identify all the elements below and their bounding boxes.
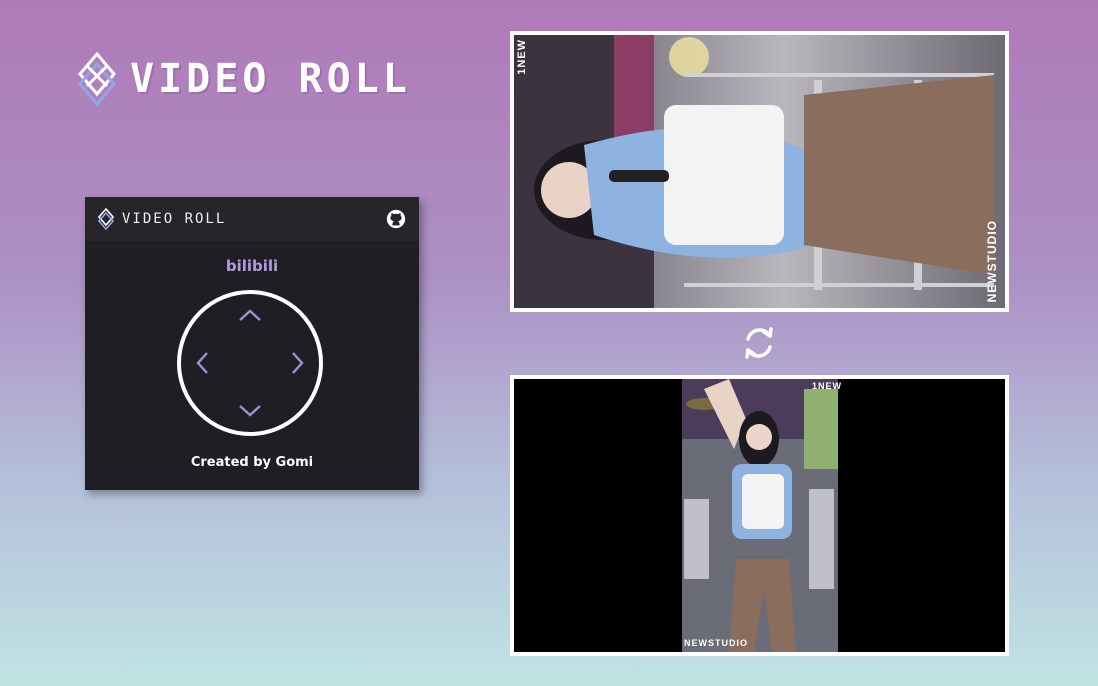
rotate-left-button[interactable] <box>187 348 217 378</box>
rotate-right-button[interactable] <box>283 348 313 378</box>
stage-background-illustration <box>514 35 994 308</box>
video-watermark: 1NEW <box>812 381 843 391</box>
popup-title: VIDEO ROLL <box>122 211 227 227</box>
video-watermark: NEWSTUDIO <box>985 219 999 302</box>
rotate-down-button[interactable] <box>235 396 265 426</box>
performer-video-illustration <box>682 379 838 652</box>
credit-text: Created by Gomi <box>190 455 314 470</box>
original-video-frame: 1NEW NEWSTUDIO <box>510 375 1009 656</box>
popup-brand: VIDEO ROLL <box>98 208 226 230</box>
rotation-dpad <box>177 290 323 436</box>
video-watermark: 1NEW <box>516 39 528 75</box>
video-roll-logo-icon <box>98 208 114 230</box>
rotate-up-button[interactable] <box>235 300 265 330</box>
hero-title: VIDEO ROLL <box>130 56 411 102</box>
video-roll-logo-icon <box>78 52 116 106</box>
rotated-video-frame: 1NEW NEWSTUDIO <box>510 31 1009 312</box>
popup-header: VIDEO ROLL <box>85 197 419 241</box>
chevron-up-icon <box>239 309 261 321</box>
rotated-video-player[interactable]: 1NEW NEWSTUDIO <box>514 35 1005 308</box>
extension-popup: VIDEO ROLL bilibili Created by Gomi <box>85 197 419 490</box>
chevron-right-icon <box>292 352 304 374</box>
hero-header: VIDEO ROLL <box>78 52 411 106</box>
github-icon[interactable] <box>385 208 407 230</box>
video-watermark: NEWSTUDIO <box>684 638 748 648</box>
original-video-player[interactable]: 1NEW NEWSTUDIO <box>514 379 1005 652</box>
chevron-down-icon <box>239 405 261 417</box>
chevron-left-icon <box>196 352 208 374</box>
site-label: bilibili <box>225 257 279 275</box>
refresh-icon[interactable] <box>738 322 780 364</box>
